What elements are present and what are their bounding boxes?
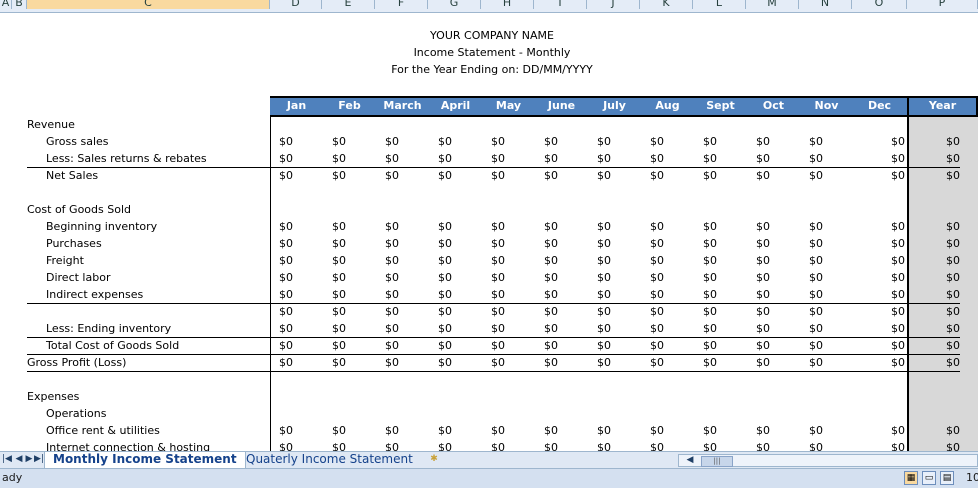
month-header-feb[interactable]: Feb — [323, 96, 376, 117]
table-row: Less: Ending inventory — [0, 320, 978, 337]
table-row: Direct labor — [0, 269, 978, 286]
month-header-may[interactable]: May — [482, 96, 535, 117]
table-row: Revenue — [0, 116, 978, 133]
month-header-dec[interactable]: Dec — [853, 96, 906, 117]
column-header-h[interactable]: H — [481, 0, 534, 9]
report-title-block: YOUR COMPANY NAME Income Statement - Mon… — [300, 27, 684, 78]
company-name: YOUR COMPANY NAME — [430, 29, 554, 42]
tab-monthly-income-statement[interactable]: Monthly Income Statement — [44, 452, 246, 469]
row-label[interactable]: Expenses — [27, 388, 79, 405]
column-header-i[interactable]: I — [534, 0, 587, 9]
next-sheet-icon[interactable]: ▶ — [24, 452, 34, 467]
prev-sheet-icon[interactable]: ◀ — [14, 452, 24, 467]
row-label[interactable]: Freight — [46, 252, 84, 269]
month-header-april[interactable]: April — [429, 96, 482, 117]
insert-sheet-icon[interactable]: ✱ — [426, 452, 442, 467]
row-label[interactable]: Total Cost of Goods Sold — [46, 337, 179, 354]
table-row: Total Cost of Goods Sold — [0, 337, 978, 354]
column-header-l[interactable]: L — [693, 0, 746, 9]
status-text: ady — [2, 471, 23, 484]
row-label[interactable]: Purchases — [46, 235, 102, 252]
year-header-cell[interactable]: Year — [907, 96, 978, 117]
horizontal-scrollbar[interactable]: ◀ ||| — [678, 454, 978, 467]
column-header-k[interactable]: K — [640, 0, 693, 9]
normal-view-icon[interactable]: ▦ — [904, 471, 918, 485]
row-label[interactable]: Beginning inventory — [46, 218, 157, 235]
last-sheet-icon[interactable]: ▶| — [34, 452, 44, 467]
column-header-c[interactable]: C — [27, 0, 270, 9]
scroll-left-icon[interactable]: ◀ — [685, 453, 695, 468]
row-label[interactable]: Less: Sales returns & rebates — [46, 150, 207, 167]
sheet-tab-bar: |◀ ◀ ▶ ▶| Monthly Income Statement Quate… — [0, 451, 978, 469]
table-row: Expenses — [0, 388, 978, 405]
column-header-p[interactable]: P — [907, 0, 978, 9]
zoom-level[interactable]: 10 — [966, 471, 978, 484]
row-label[interactable]: Revenue — [27, 116, 75, 133]
row-label[interactable]: Direct labor — [46, 269, 110, 286]
page-layout-view-icon[interactable]: ▭ — [922, 471, 936, 485]
column-header-g[interactable]: G — [428, 0, 481, 9]
table-row — [0, 184, 978, 201]
column-header-n[interactable]: N — [799, 0, 852, 9]
tab-quaterly-income-statement[interactable]: Quaterly Income Statement — [238, 452, 421, 468]
table-row: Purchases — [0, 235, 978, 252]
column-header-f[interactable]: F — [375, 0, 428, 9]
row-label[interactable]: Gross Profit (Loss) — [27, 354, 126, 371]
statement-period: For the Year Ending on: DD/MM/YYYY — [391, 63, 593, 76]
table-row: Net Sales — [0, 167, 978, 184]
column-header-bar: ABCDEFGHIJKLMNOP — [0, 0, 978, 13]
column-header-b[interactable]: B — [12, 0, 27, 9]
month-header-aug[interactable]: Aug — [641, 96, 694, 117]
month-header-july[interactable]: July — [588, 96, 641, 117]
column-header-m[interactable]: M — [746, 0, 799, 9]
row-label[interactable]: Gross sales — [46, 133, 109, 150]
column-header-j[interactable]: J — [587, 0, 640, 9]
month-header-jan[interactable]: Jan — [270, 96, 323, 117]
table-row: Office rent & utilities — [0, 422, 978, 439]
page-break-view-icon[interactable]: ▤ — [940, 471, 954, 485]
table-row — [0, 303, 978, 320]
status-bar: ady ▦ ▭ ▤ 10 — [0, 468, 978, 488]
column-header-e[interactable]: E — [322, 0, 375, 9]
table-row: Freight — [0, 252, 978, 269]
row-label[interactable]: Office rent & utilities — [46, 422, 160, 439]
month-header-march[interactable]: March — [376, 96, 429, 117]
row-label[interactable]: Less: Ending inventory — [46, 320, 171, 337]
statement-title: Income Statement - Monthly — [413, 46, 571, 59]
row-label[interactable]: Indirect expenses — [46, 286, 143, 303]
table-row: Operations — [0, 405, 978, 422]
table-row: Cost of Goods Sold — [0, 201, 978, 218]
row-label[interactable]: Cost of Goods Sold — [27, 201, 131, 218]
row-label[interactable]: Net Sales — [46, 167, 98, 184]
table-row: Indirect expenses — [0, 286, 978, 303]
column-header-a[interactable]: A — [0, 0, 12, 9]
month-header-june[interactable]: June — [535, 96, 588, 117]
first-sheet-icon[interactable]: |◀ — [2, 452, 12, 467]
table-row: Gross Profit (Loss) — [0, 354, 978, 371]
row-label[interactable]: Operations — [46, 405, 106, 422]
table-row — [0, 371, 978, 388]
scroll-thumb[interactable]: ||| — [701, 456, 733, 467]
table-row: Gross sales — [0, 133, 978, 150]
column-header-d[interactable]: D — [270, 0, 322, 9]
month-header-sept[interactable]: Sept — [694, 96, 747, 117]
month-header-oct[interactable]: Oct — [747, 96, 800, 117]
table-row: Less: Sales returns & rebates — [0, 150, 978, 167]
column-header-o[interactable]: O — [852, 0, 907, 9]
month-header-nov[interactable]: Nov — [800, 96, 853, 117]
table-row: Beginning inventory — [0, 218, 978, 235]
